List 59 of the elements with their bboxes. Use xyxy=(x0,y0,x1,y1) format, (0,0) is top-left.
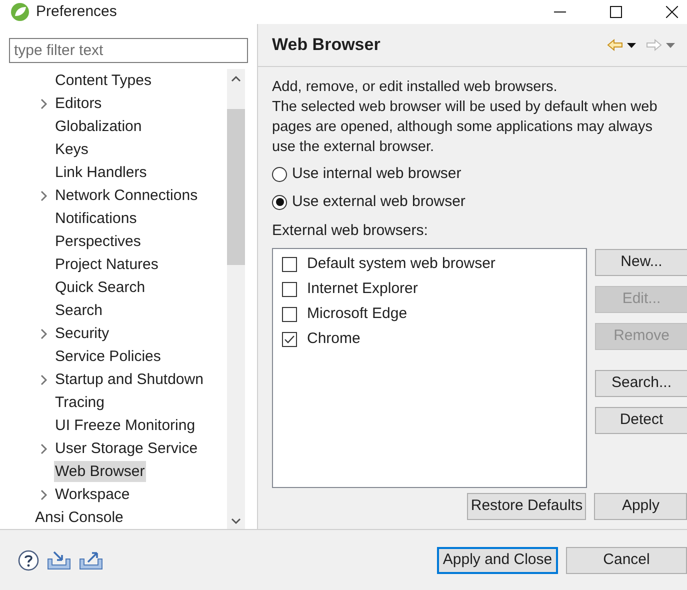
tree-item[interactable]: Link Handlers xyxy=(54,162,148,183)
list-label: External web browsers: xyxy=(272,221,429,241)
tree-item[interactable]: Startup and Shutdown xyxy=(54,369,204,390)
side-button[interactable]: Search... xyxy=(595,370,687,396)
checkbox[interactable] xyxy=(282,256,297,272)
tree-item[interactable]: UI Freeze Monitoring xyxy=(54,415,196,436)
tree-item[interactable]: Perspectives xyxy=(54,231,142,252)
filter-field[interactable]: type filter text xyxy=(9,38,248,63)
radio-label: Use external web browser xyxy=(292,192,466,212)
tree-item[interactable]: Quick Search xyxy=(54,277,146,298)
chevron-right-icon[interactable] xyxy=(40,190,48,202)
window-title: Preferences xyxy=(36,2,117,22)
side-button[interactable]: Detect xyxy=(595,406,687,434)
tree-item[interactable]: Project Natures xyxy=(54,254,160,275)
page-title: Web Browser xyxy=(272,34,380,56)
radio-button[interactable] xyxy=(272,194,287,210)
radio-label: Use internal web browser xyxy=(292,164,462,184)
browser-label[interactable]: Chrome xyxy=(307,328,360,350)
tree-item[interactable]: Tracing xyxy=(54,392,106,413)
tree-item[interactable]: Keys xyxy=(54,139,90,160)
close-icon[interactable] xyxy=(666,6,678,18)
tree-item[interactable]: Ansi Console xyxy=(34,507,124,528)
apply-button[interactable]: Apply xyxy=(594,492,687,520)
scroll-up-icon[interactable] xyxy=(231,75,241,83)
chevron-right-icon[interactable] xyxy=(40,98,48,110)
chevron-right-icon[interactable] xyxy=(40,442,48,454)
dialog-button[interactable]: Apply and Close xyxy=(437,546,558,574)
chevron-right-icon[interactable] xyxy=(40,374,48,386)
radio-button[interactable] xyxy=(272,166,287,182)
dropdown-icon[interactable] xyxy=(627,42,636,48)
tree-item[interactable]: Service Policies xyxy=(54,346,162,367)
checkbox[interactable] xyxy=(282,306,297,322)
maximize-icon[interactable] xyxy=(610,6,622,18)
scroll-down-icon[interactable] xyxy=(231,517,241,525)
tree-item[interactable]: Search xyxy=(54,300,104,321)
export-icon[interactable] xyxy=(79,550,103,570)
import-icon[interactable] xyxy=(47,550,71,570)
checkbox[interactable] xyxy=(282,282,297,296)
tree-item[interactable]: Notifications xyxy=(54,208,138,229)
browser-label[interactable]: Microsoft Edge xyxy=(307,302,408,326)
tree-item[interactable]: Web Browser xyxy=(54,461,146,482)
tree-item[interactable]: Editors xyxy=(54,93,103,114)
help-icon[interactable] xyxy=(18,550,39,570)
description-text: Add, remove, or edit installed web browsers. The selected web browser will be used by default when web pages are opened, although some applications may always use the external browser. xyxy=(272,78,658,157)
tree-item[interactable]: Security xyxy=(54,323,110,344)
checkbox[interactable] xyxy=(282,332,297,346)
browser-label[interactable]: Internet Explorer xyxy=(307,278,418,300)
chevron-right-icon[interactable] xyxy=(40,328,48,340)
tree-item[interactable]: Globalization xyxy=(54,116,143,137)
tree-item[interactable]: Content Types xyxy=(54,70,152,91)
browser-label[interactable]: Default system web browser xyxy=(307,252,496,276)
dialog-button[interactable]: Cancel xyxy=(566,546,687,574)
tree-item[interactable]: User Storage Service xyxy=(54,438,199,459)
scrollbar[interactable] xyxy=(227,69,245,529)
tree-item[interactable]: Network Connections xyxy=(54,185,199,206)
chevron-right-icon[interactable] xyxy=(40,488,48,500)
tree-item[interactable]: Workspace xyxy=(54,484,131,505)
side-button[interactable]: New... xyxy=(595,248,687,276)
restore-defaults-button[interactable]: Restore Defaults xyxy=(467,492,586,520)
